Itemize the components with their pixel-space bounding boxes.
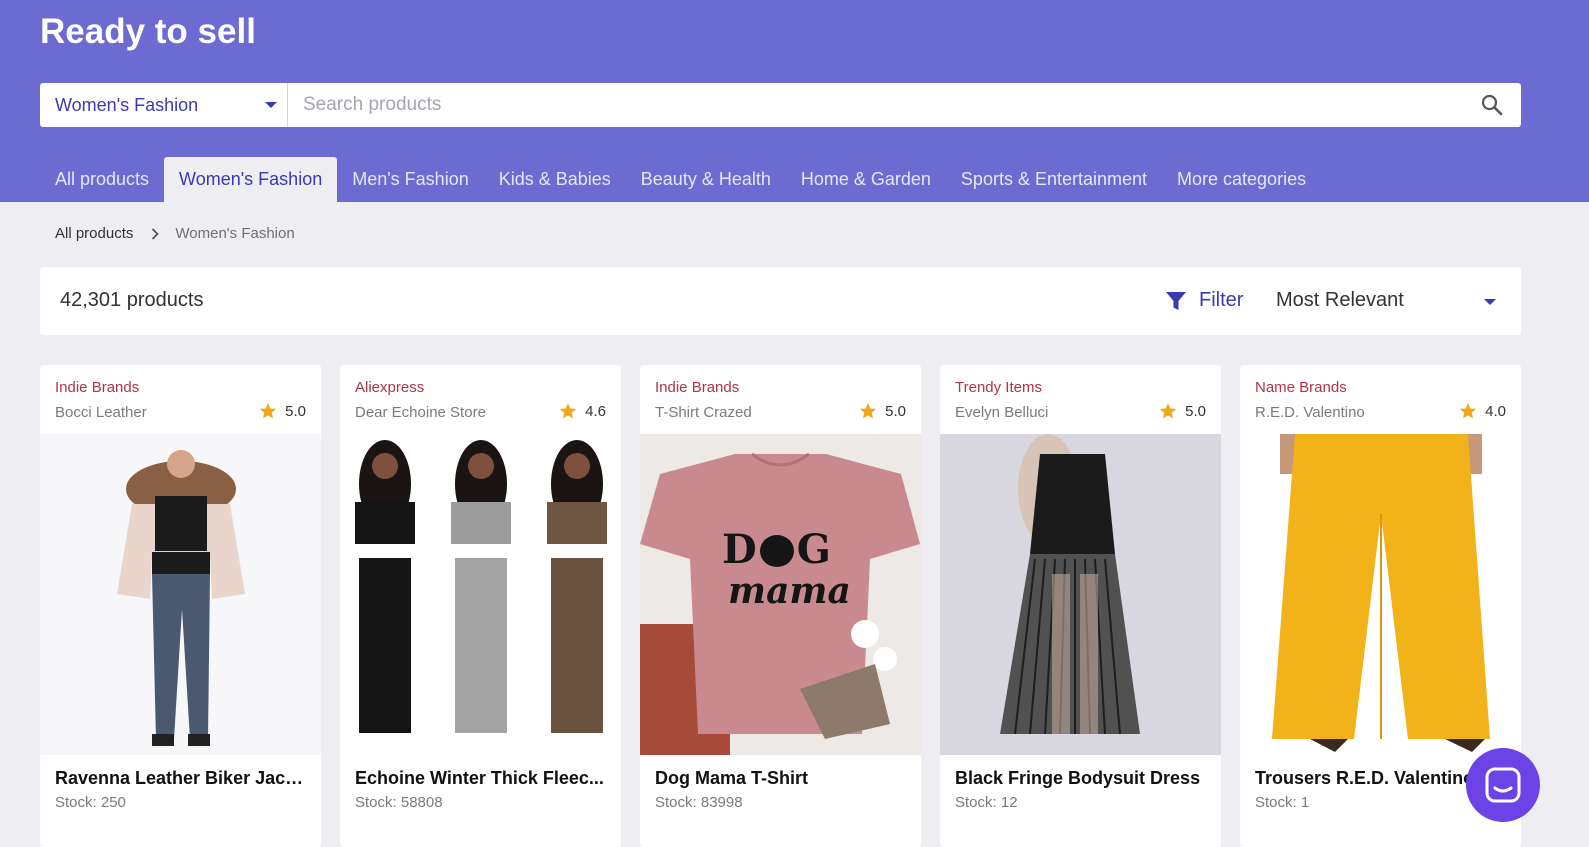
product-rating-value: 5.0: [1185, 402, 1206, 420]
product-image[interactable]: DG mama: [640, 434, 921, 755]
chevron-right-icon: [151, 227, 160, 240]
chevron-down-icon: [265, 102, 277, 108]
category-tabs: All products Women's Fashion Men's Fashi…: [40, 157, 1321, 202]
page-title: Ready to sell: [40, 12, 256, 51]
results-toolbar: 42,301 products Filter Most Relevant: [40, 267, 1521, 335]
search-bar: Women's Fashion: [40, 83, 1521, 127]
filter-label: Filter: [1199, 289, 1244, 311]
product-rating: 4.6: [559, 402, 606, 420]
product-category: Trendy Items: [955, 379, 1042, 396]
search-icon: [1481, 94, 1503, 116]
product-store: Bocci Leather: [55, 404, 147, 421]
star-icon: [560, 403, 577, 419]
product-rating-value: 5.0: [285, 402, 306, 420]
search-button[interactable]: [1463, 83, 1521, 127]
product-rating-value: 4.0: [1485, 402, 1506, 420]
category-select[interactable]: Women's Fashion: [40, 83, 288, 127]
product-image[interactable]: [940, 434, 1221, 755]
product-title[interactable]: Ravenna Leather Biker Jack...: [55, 768, 310, 789]
product-rating: 5.0: [1159, 402, 1206, 420]
chevron-down-icon: [1484, 299, 1496, 305]
product-stock: Stock: 250: [55, 794, 126, 811]
tab-sports-entertainment[interactable]: Sports & Entertainment: [946, 157, 1162, 202]
category-select-label: Women's Fashion: [55, 94, 199, 115]
product-stock: Stock: 1: [1255, 794, 1310, 811]
product-category: Indie Brands: [55, 379, 140, 396]
product-stock: Stock: 83998: [655, 794, 743, 811]
product-category: Aliexpress: [355, 379, 425, 396]
chat-launcher-button[interactable]: [1466, 748, 1540, 822]
product-card[interactable]: Indie Brands Bocci Leather 5.0 Ravenna L…: [40, 365, 321, 847]
product-store: T-Shirt Crazed: [655, 404, 752, 421]
sort-select-label: Most Relevant: [1276, 289, 1404, 311]
filter-icon: [1166, 291, 1186, 310]
product-rating-value: 4.6: [585, 402, 606, 420]
star-icon: [860, 403, 877, 419]
product-stock: Stock: 12: [955, 794, 1018, 811]
product-rating: 5.0: [859, 402, 906, 420]
tab-womens-fashion[interactable]: Women's Fashion: [164, 157, 338, 202]
breadcrumb-root-link[interactable]: All products: [55, 225, 133, 242]
tab-mens-fashion[interactable]: Men's Fashion: [337, 157, 484, 202]
product-grid: Indie Brands Bocci Leather 5.0 Ravenna L…: [40, 365, 1521, 847]
breadcrumb: All products Women's Fashion: [55, 225, 295, 242]
filter-button[interactable]: Filter: [1165, 289, 1243, 312]
star-icon: [1460, 403, 1477, 419]
product-card[interactable]: Indie Brands T-Shirt Crazed 5.0 DG mama …: [640, 365, 921, 847]
product-category: Name Brands: [1255, 379, 1347, 396]
product-title[interactable]: Echoine Winter Thick Fleec...: [355, 768, 610, 789]
product-rating: 5.0: [259, 402, 306, 420]
chat-icon: [1485, 767, 1521, 803]
search-input[interactable]: [288, 83, 1463, 127]
breadcrumb-current: Women's Fashion: [175, 225, 295, 242]
sort-select[interactable]: Most Relevant: [1276, 289, 1496, 315]
product-image[interactable]: [1240, 434, 1521, 755]
product-store: Evelyn Belluci: [955, 404, 1049, 421]
star-icon: [260, 403, 277, 419]
tab-kids-babies[interactable]: Kids & Babies: [484, 157, 626, 202]
product-store: Dear Echoine Store: [355, 404, 486, 421]
tab-home-garden[interactable]: Home & Garden: [786, 157, 946, 202]
product-rating: 4.0: [1459, 402, 1506, 420]
product-stock: Stock: 58808: [355, 794, 443, 811]
star-icon: [1160, 403, 1177, 419]
tab-all-products[interactable]: All products: [40, 157, 164, 202]
product-store: R.E.D. Valentino: [1255, 404, 1365, 421]
product-image[interactable]: [340, 434, 621, 755]
tab-beauty-health[interactable]: Beauty & Health: [626, 157, 786, 202]
header-banner: Ready to sell Women's Fashion All produc…: [0, 0, 1589, 202]
product-rating-value: 5.0: [885, 402, 906, 420]
product-card[interactable]: Aliexpress Dear Echoine Store 4.6 Echoin…: [340, 365, 621, 847]
product-image[interactable]: [40, 434, 321, 755]
product-title[interactable]: Black Fringe Bodysuit Dress: [955, 768, 1210, 789]
product-title[interactable]: Dog Mama T-Shirt: [655, 768, 910, 789]
product-count: 42,301 products: [60, 289, 204, 311]
product-category: Indie Brands: [655, 379, 740, 396]
tab-more-categories[interactable]: More categories: [1162, 157, 1321, 202]
product-card[interactable]: Trendy Items Evelyn Belluci 5.0 Black Fr…: [940, 365, 1221, 847]
